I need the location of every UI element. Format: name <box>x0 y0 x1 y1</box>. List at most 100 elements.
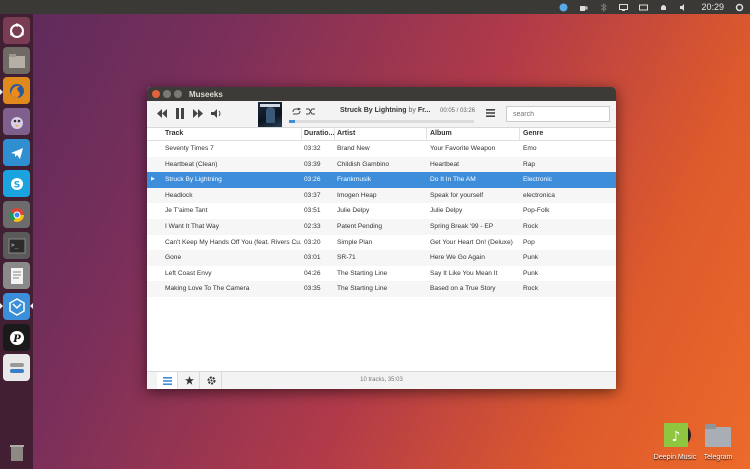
star-icon <box>184 376 194 385</box>
running-indicator <box>0 89 3 95</box>
maximize-button[interactable] <box>174 90 182 98</box>
window-title: Museeks <box>189 89 223 99</box>
cell-artist: Childish Gambino <box>337 160 390 168</box>
text-editor-icon[interactable] <box>3 262 30 289</box>
repeat-icon[interactable] <box>292 107 302 118</box>
tracklist: Seventy Times 7 03:32 Brand New Your Fav… <box>147 141 616 297</box>
launcher: S >_ P <box>0 14 33 469</box>
cell-artist: Brand New <box>337 145 370 152</box>
telegram-icon[interactable] <box>3 139 30 166</box>
cell-artist: Simple Plan <box>337 238 373 246</box>
queue-icon[interactable] <box>486 109 495 120</box>
progress-fill <box>289 120 295 123</box>
playing-icon: ▶ <box>151 176 155 183</box>
files-icon[interactable] <box>3 47 30 74</box>
running-indicator <box>0 303 3 309</box>
table-row[interactable]: Gone 03:01 SR-71 Here We Go Again Punk <box>147 250 616 266</box>
cell-track: Je T'aime Tant <box>165 207 208 215</box>
cell-album: Heartbeat <box>430 160 459 168</box>
now-playing-title[interactable]: Struck By Lightning by Fr... <box>340 107 430 114</box>
volume-icon[interactable] <box>211 109 222 121</box>
pidgin-icon[interactable] <box>3 108 30 135</box>
now-playing-artist: Fr... <box>417 107 431 114</box>
column-duration[interactable]: Duratio... <box>304 130 334 137</box>
library-view-button[interactable] <box>157 372 178 389</box>
settings-button[interactable] <box>201 372 222 389</box>
playlists-button[interactable] <box>179 372 200 389</box>
gear-icon <box>207 376 215 385</box>
close-button[interactable] <box>152 90 160 98</box>
bluetooth-icon[interactable] <box>599 2 608 12</box>
pause-icon[interactable] <box>175 108 185 122</box>
cell-genre: Pop <box>523 238 535 246</box>
desktop-icon-label: Telegram <box>703 454 733 461</box>
svg-text:>_: >_ <box>11 242 19 249</box>
cell-album: Get Your Heart On! (Deluxe) <box>430 238 513 246</box>
ubuntu-logo-icon[interactable] <box>3 17 30 44</box>
gear-icon[interactable] <box>735 3 744 12</box>
shuffle-icon[interactable] <box>306 108 315 118</box>
museeks-window: Museeks Struck By Lightning by Fr... 00:… <box>147 87 616 389</box>
cell-duration: 03:26 <box>304 176 321 184</box>
window-footer: 10 tracks, 35:03 <box>147 371 616 389</box>
tracklist-header: Track Duratio... Artist Album Genre <box>147 128 616 141</box>
table-row[interactable]: Making Love To The Camera 03:35 The Star… <box>147 281 616 297</box>
table-row[interactable]: Can't Keep My Hands Off You (feat. River… <box>147 235 616 251</box>
cell-track: Headlock <box>165 191 193 199</box>
cell-track: I Want It That Way <box>165 222 219 230</box>
svg-text:♪: ♪ <box>672 429 681 445</box>
pocket-icon[interactable]: P <box>3 324 30 351</box>
desktop-icon-telegram[interactable]: Telegram <box>693 422 743 461</box>
column-track[interactable]: Track <box>165 130 183 137</box>
column-artist[interactable]: Artist <box>337 130 355 137</box>
blue-circle-icon[interactable] <box>559 3 568 12</box>
cell-album: Based on a True Story <box>430 285 496 293</box>
cell-artist: SR-71 <box>337 254 356 262</box>
table-row-playing[interactable]: ▶ Struck By Lightning 03:26 Frankmusik D… <box>147 172 616 188</box>
folder-icon <box>705 424 731 447</box>
table-row[interactable]: Je T'aime Tant 03:51 Julie Delpy Julie D… <box>147 203 616 219</box>
now-playing-by: by <box>408 107 416 114</box>
column-genre[interactable]: Genre <box>523 130 543 137</box>
table-row[interactable]: I Want It That Way 02:33 Patent Pending … <box>147 218 616 235</box>
cell-genre: electronica <box>523 191 555 199</box>
cell-duration: 03:35 <box>304 285 321 293</box>
progress-bar[interactable] <box>289 120 474 123</box>
table-row[interactable]: Headlock 03:37 Imogen Heap Speak for you… <box>147 187 616 204</box>
cell-track: Making Love To The Camera <box>165 285 250 293</box>
cell-duration: 03:32 <box>304 145 321 152</box>
cell-genre: Punk <box>523 254 539 262</box>
cell-track: Gone <box>165 254 182 262</box>
coffee-cup-icon[interactable] <box>579 3 588 12</box>
cell-album: Your Favorite Weapon <box>430 145 496 152</box>
trash-icon[interactable] <box>3 438 30 465</box>
search-input[interactable] <box>506 106 610 122</box>
skype-icon[interactable]: S <box>3 170 30 197</box>
window-titlebar[interactable]: Museeks <box>147 87 616 101</box>
chrome-icon[interactable] <box>3 201 30 228</box>
volume-icon[interactable] <box>679 3 688 12</box>
table-row[interactable]: Seventy Times 7 03:32 Brand New Your Fav… <box>147 141 616 157</box>
cell-album: Say It Like You Mean It <box>430 269 498 277</box>
cell-genre: Rock <box>523 285 539 293</box>
next-icon[interactable] <box>193 109 203 121</box>
column-album[interactable]: Album <box>430 130 452 137</box>
clock[interactable]: 20:29 <box>701 2 724 12</box>
cell-artist: Frankmusik <box>337 176 372 184</box>
settings-toggle-icon[interactable] <box>3 354 30 381</box>
firefox-icon[interactable] <box>3 77 30 104</box>
cell-track: Heartbeat (Clean) <box>165 160 218 168</box>
cell-duration: 03:37 <box>304 191 321 199</box>
cell-duration: 02:33 <box>304 222 321 230</box>
screen-icon[interactable] <box>619 3 629 12</box>
minimize-button[interactable] <box>163 90 171 98</box>
previous-icon[interactable] <box>157 109 167 121</box>
keyboard-icon[interactable] <box>639 3 649 12</box>
terminal-icon[interactable]: >_ <box>3 232 30 259</box>
svg-text:P: P <box>12 334 21 345</box>
table-row[interactable]: Left Coast Envy 04:26 The Starting Line … <box>147 266 616 282</box>
cell-genre: Punk <box>523 269 539 277</box>
museeks-icon[interactable] <box>3 293 30 320</box>
bell-icon[interactable] <box>659 3 668 12</box>
table-row[interactable]: Heartbeat (Clean) 03:39 Childish Gambino… <box>147 156 616 173</box>
